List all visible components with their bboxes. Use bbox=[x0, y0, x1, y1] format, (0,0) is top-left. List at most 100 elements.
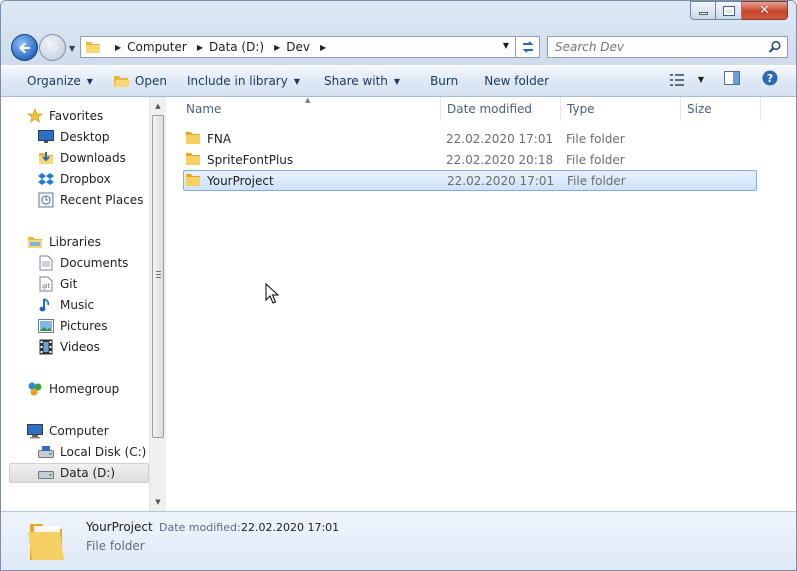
column-date-modified[interactable]: Date modified bbox=[441, 97, 561, 121]
file-row[interactable]: FNA 22.02.2020 17:01 File folder bbox=[183, 128, 757, 149]
nav-label: Computer bbox=[49, 424, 109, 438]
file-date: 22.02.2020 20:18 bbox=[446, 152, 554, 167]
close-icon: ✕ bbox=[759, 3, 770, 18]
breadcrumb-separator-icon[interactable]: ▶ bbox=[320, 43, 326, 52]
back-arrow-icon bbox=[18, 42, 30, 53]
file-type: File folder bbox=[566, 131, 625, 146]
folder-icon bbox=[185, 131, 201, 147]
nav-label: Pictures bbox=[60, 319, 108, 333]
address-dropdown-icon[interactable]: ▼ bbox=[503, 41, 509, 50]
column-label: Name bbox=[186, 102, 222, 116]
nav-homegroup[interactable]: Homegroup bbox=[27, 379, 119, 399]
include-in-library-button[interactable]: Include in library ▼ bbox=[179, 69, 308, 93]
breadcrumb-separator-icon[interactable]: ▶ bbox=[197, 43, 203, 52]
nav-computer[interactable]: Computer bbox=[27, 421, 109, 441]
minimize-button[interactable] bbox=[690, 1, 716, 20]
view-options-icon bbox=[669, 73, 684, 86]
nav-videos[interactable]: Videos bbox=[38, 337, 100, 357]
search-box[interactable] bbox=[547, 36, 788, 58]
navigation-pane: Favorites Desktop Downloads Dropbox Rece… bbox=[1, 97, 166, 511]
scroll-grip-icon bbox=[156, 271, 161, 278]
nav-label: Homegroup bbox=[49, 382, 120, 396]
close-button[interactable]: ✕ bbox=[742, 1, 788, 20]
preview-pane-icon bbox=[724, 71, 740, 85]
view-options-button[interactable]: ▼ bbox=[669, 73, 704, 86]
back-button[interactable] bbox=[11, 34, 38, 61]
nav-favorites[interactable]: Favorites bbox=[27, 106, 103, 126]
column-size[interactable]: Size bbox=[681, 97, 761, 121]
details-type: File folder bbox=[86, 539, 145, 553]
file-type: File folder bbox=[567, 173, 626, 188]
nav-label: Data (D:) bbox=[60, 466, 116, 480]
nav-label: Desktop bbox=[60, 130, 110, 144]
caption-buttons: ✕ bbox=[690, 1, 788, 20]
videos-icon bbox=[38, 339, 54, 355]
new-folder-button[interactable]: New folder bbox=[476, 69, 557, 93]
nav-local-disk-c[interactable]: Local Disk (C:) bbox=[38, 442, 146, 462]
minimize-icon bbox=[698, 12, 708, 15]
folder-icon bbox=[185, 152, 201, 168]
column-type[interactable]: Type bbox=[561, 97, 681, 121]
file-row[interactable]: SpriteFontPlus 22.02.2020 20:18 File fol… bbox=[183, 149, 757, 170]
nav-data-d[interactable]: Data (D:) bbox=[38, 463, 115, 483]
chevron-down-icon: ▼ bbox=[697, 75, 704, 84]
column-header: Name Date modified Type Size ▲ bbox=[167, 96, 796, 121]
nav-recent-places[interactable]: Recent Places bbox=[38, 190, 143, 210]
refresh-icon bbox=[522, 41, 533, 53]
breadcrumb-separator-icon[interactable]: ▶ bbox=[115, 43, 121, 52]
file-row-selected[interactable]: YourProject 22.02.2020 17:01 File folder bbox=[183, 170, 757, 191]
dropbox-icon bbox=[38, 171, 54, 187]
breadcrumb-label: Computer bbox=[127, 40, 187, 54]
preview-pane-button[interactable] bbox=[724, 71, 740, 88]
svg-text:git: git bbox=[42, 283, 50, 290]
breadcrumb-separator-icon[interactable]: ▶ bbox=[274, 43, 280, 52]
nav-documents[interactable]: Documents bbox=[38, 253, 128, 273]
nav-scrollbar[interactable]: ▲ ▼ bbox=[149, 97, 166, 511]
downloads-icon bbox=[38, 150, 54, 166]
scroll-up-arrow-icon[interactable]: ▲ bbox=[150, 98, 166, 114]
scroll-thumb[interactable] bbox=[152, 115, 164, 438]
file-type: File folder bbox=[566, 152, 625, 167]
breadcrumb-data-d[interactable]: Data (D:) bbox=[209, 40, 264, 54]
breadcrumb-dev[interactable]: Dev bbox=[286, 40, 310, 54]
breadcrumb-computer[interactable]: Computer bbox=[127, 40, 187, 54]
nav-downloads[interactable]: Downloads bbox=[38, 148, 126, 168]
file-name: FNA bbox=[207, 131, 232, 146]
git-icon: git bbox=[38, 276, 54, 292]
folder-icon bbox=[85, 40, 101, 54]
nav-libraries[interactable]: Libraries bbox=[27, 232, 101, 252]
forward-arrow-icon bbox=[47, 42, 59, 53]
nav-git[interactable]: git Git bbox=[38, 274, 77, 294]
scroll-down-arrow-icon[interactable]: ▼ bbox=[150, 494, 166, 510]
help-button[interactable]: ? bbox=[762, 70, 778, 89]
nav-label: Libraries bbox=[49, 235, 101, 249]
toolbar-right: ▼ ? bbox=[669, 70, 778, 89]
folder-icon bbox=[28, 524, 64, 560]
nav-pictures[interactable]: Pictures bbox=[38, 316, 108, 336]
column-name[interactable]: Name bbox=[167, 97, 441, 121]
forward-button[interactable] bbox=[39, 34, 66, 61]
desktop-icon bbox=[38, 129, 54, 145]
content-area: Favorites Desktop Downloads Dropbox Rece… bbox=[1, 96, 796, 511]
burn-button[interactable]: Burn bbox=[422, 69, 466, 93]
nav-label: Documents bbox=[60, 256, 129, 270]
maximize-icon bbox=[722, 5, 735, 16]
share-with-button[interactable]: Share with ▼ bbox=[316, 69, 408, 93]
address-bar[interactable]: ▶ Computer ▶ Data (D:) ▶ Dev ▶ ▼ bbox=[80, 36, 516, 58]
organize-button[interactable]: Organize ▼ bbox=[19, 69, 101, 93]
refresh-button[interactable] bbox=[516, 36, 540, 58]
folder-icon bbox=[185, 173, 201, 189]
search-input[interactable] bbox=[555, 40, 755, 54]
recent-places-icon bbox=[38, 192, 54, 208]
nav-desktop[interactable]: Desktop bbox=[38, 127, 110, 147]
nav-dropbox[interactable]: Dropbox bbox=[38, 169, 111, 189]
new-folder-label: New folder bbox=[484, 74, 550, 88]
maximize-button[interactable] bbox=[716, 1, 742, 20]
nav-label: Local Disk (C:) bbox=[60, 445, 147, 459]
recent-pages-dropdown[interactable]: ▼ bbox=[69, 44, 75, 53]
search-icon[interactable] bbox=[768, 40, 782, 54]
nav-music[interactable]: Music bbox=[38, 295, 94, 315]
details-pane: YourProject Date modified: 22.02.2020 17… bbox=[1, 511, 796, 570]
disk-icon bbox=[38, 465, 54, 481]
open-button[interactable]: Open bbox=[105, 69, 175, 93]
